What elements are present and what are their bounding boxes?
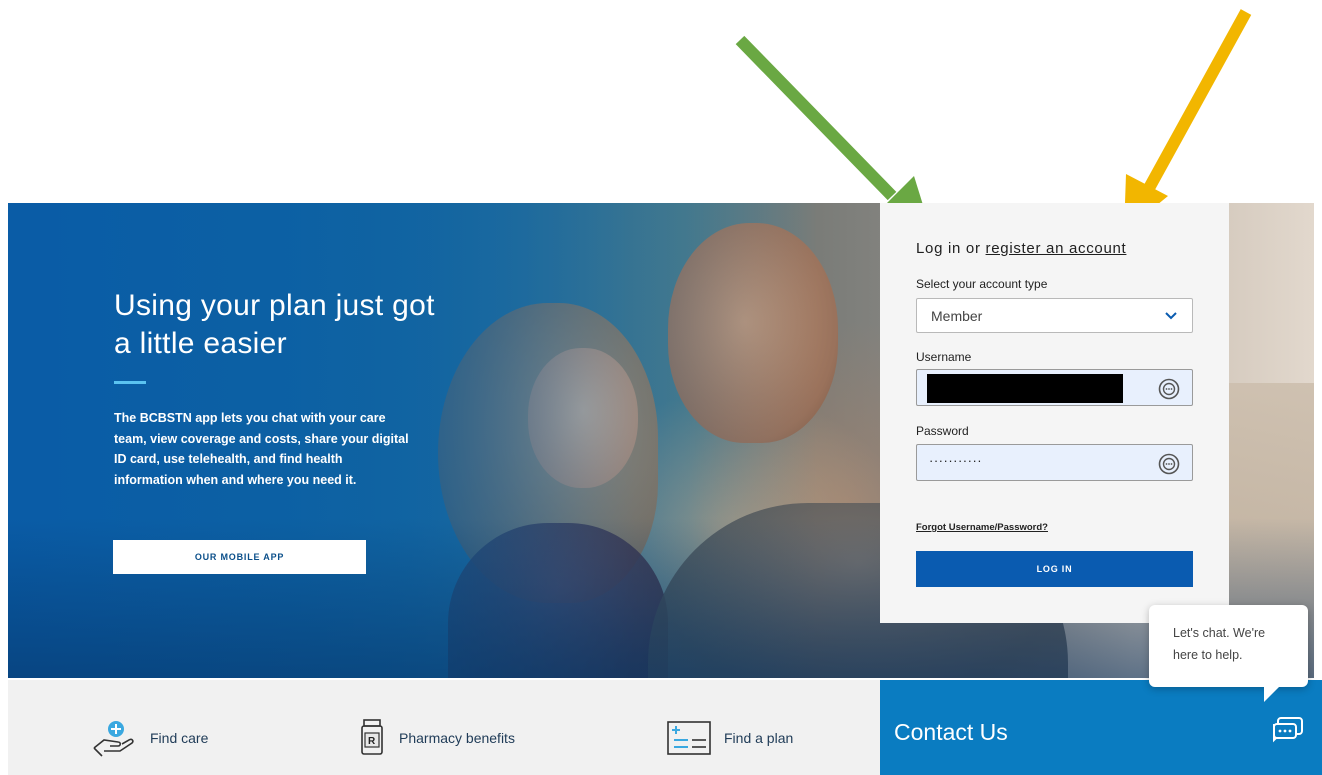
password-input[interactable]: ··········· bbox=[916, 444, 1193, 481]
login-heading: Log in or register an account bbox=[916, 240, 1126, 257]
chat-prompt-bubble[interactable]: Let's chat. We're here to help. bbox=[1149, 605, 1308, 687]
quick-link-label: Pharmacy benefits bbox=[399, 730, 515, 746]
account-type-label: Select your account type bbox=[916, 277, 1048, 291]
quick-link-label: Find a plan bbox=[724, 730, 794, 746]
quick-link-pharmacy-benefits[interactable]: R Pharmacy benefits bbox=[357, 718, 515, 758]
password-manager-icon[interactable] bbox=[1158, 378, 1180, 400]
password-manager-icon[interactable] bbox=[1158, 453, 1180, 475]
our-mobile-app-button[interactable]: OUR MOBILE APP bbox=[113, 540, 366, 574]
login-heading-text: Log in or bbox=[916, 240, 986, 257]
hand-plus-icon bbox=[93, 721, 134, 757]
quick-link-find-care[interactable]: Find care bbox=[90, 718, 208, 758]
username-label: Username bbox=[916, 350, 972, 364]
quick-links-bar: Find care R Pharmacy benefits Find a pla… bbox=[8, 680, 880, 775]
hero-accent-rule bbox=[114, 381, 146, 384]
forgot-credentials-link[interactable]: Forgot Username/Password? bbox=[916, 522, 1048, 533]
page: Using your plan just got a little easier… bbox=[0, 0, 1322, 775]
redacted-username bbox=[927, 374, 1123, 403]
contact-us-panel[interactable]: Contact Us bbox=[880, 680, 1322, 775]
yellow-arrow bbox=[1124, 9, 1252, 232]
login-panel: Log in or register an account Select you… bbox=[880, 203, 1229, 623]
quick-link-find-a-plan[interactable]: Find a plan bbox=[666, 718, 793, 758]
svg-text:R: R bbox=[368, 736, 376, 747]
password-mask: ··········· bbox=[929, 453, 983, 468]
username-input[interactable] bbox=[916, 369, 1193, 406]
account-type-value: Member bbox=[931, 307, 983, 324]
hero-title: Using your plan just got a little easier bbox=[114, 289, 435, 360]
log-in-button[interactable]: LOG IN bbox=[916, 551, 1193, 587]
chat-bubble-tail bbox=[1264, 686, 1280, 702]
contact-us-title: Contact Us bbox=[894, 719, 1008, 745]
hero-description: The BCBSTN app lets you chat with your c… bbox=[114, 411, 409, 487]
account-type-select[interactable]: Member bbox=[916, 298, 1193, 333]
chevron-down-icon bbox=[1165, 311, 1177, 319]
chat-icon[interactable] bbox=[1270, 716, 1304, 746]
quick-link-label: Find care bbox=[150, 730, 209, 746]
register-account-link[interactable]: register an account bbox=[986, 240, 1127, 257]
pill-bottle-icon: R bbox=[361, 719, 383, 755]
password-label: Password bbox=[916, 424, 969, 438]
plan-list-icon bbox=[667, 721, 711, 755]
